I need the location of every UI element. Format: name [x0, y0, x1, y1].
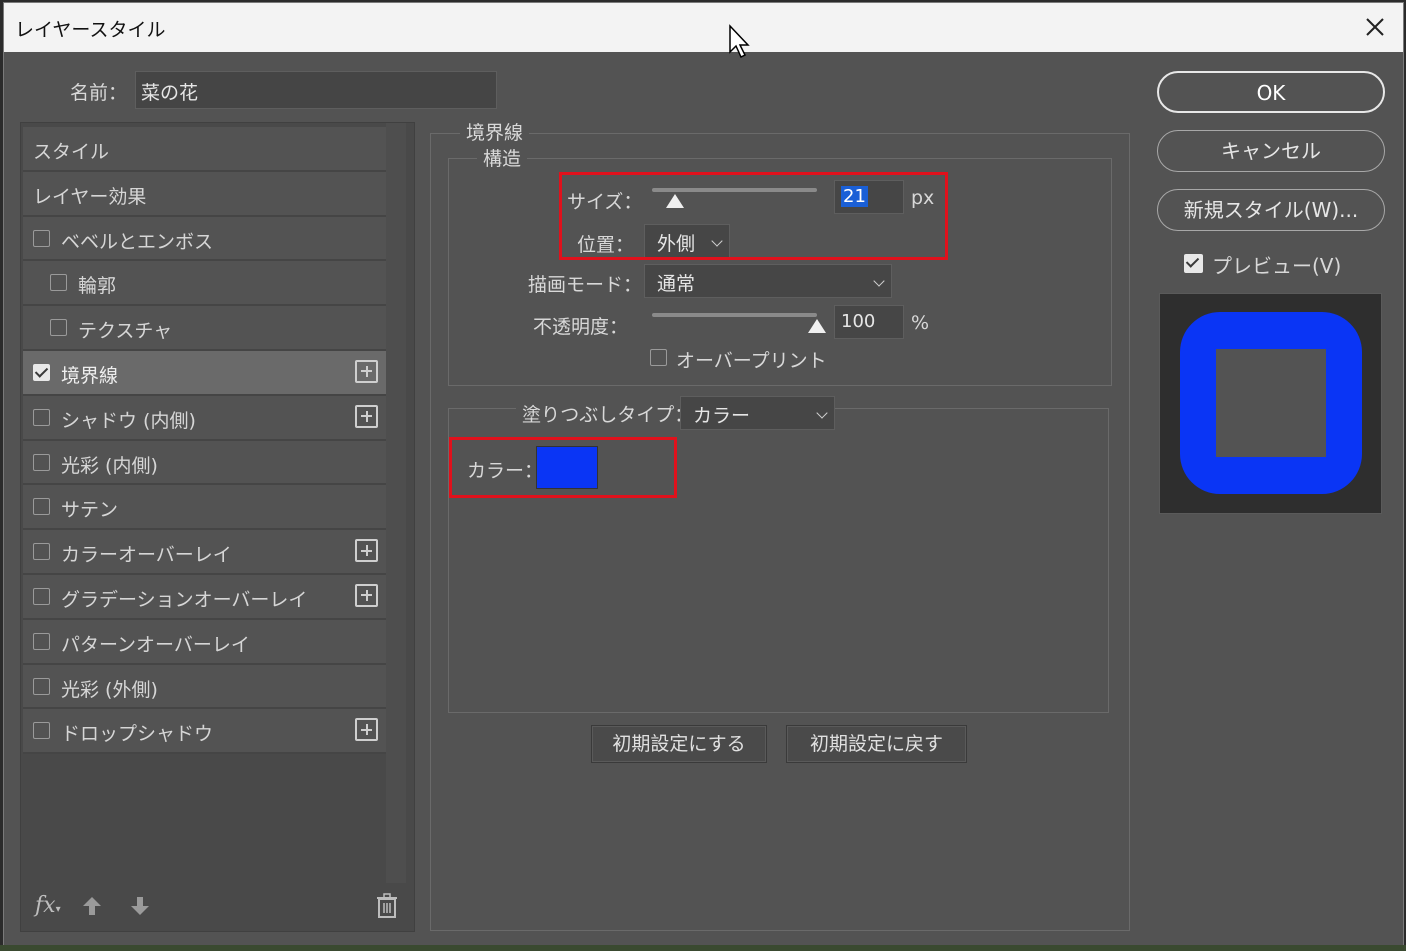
highlight-color [449, 437, 677, 498]
background-strip [0, 945, 1406, 951]
preview-stroke [1180, 312, 1362, 494]
fx-icon[interactable]: fx▾ [35, 893, 61, 918]
highlight-size-position [559, 172, 948, 260]
preview-checkbox[interactable] [1184, 254, 1203, 273]
list-footer: fx▾ [21, 881, 414, 931]
style-list-item[interactable]: シャドウ (内側) [23, 395, 386, 441]
styles-list-panel: スタイルレイヤー効果ベベルとエンボス輪郭テクスチャ境界線シャドウ (内側) 光彩 … [20, 122, 415, 932]
mouse-cursor-icon [729, 24, 750, 59]
style-list-label: シャドウ (内側) [61, 409, 196, 432]
fill-type-dropdown[interactable]: カラー [680, 396, 835, 430]
opacity-unit: % [911, 312, 930, 334]
new-style-button[interactable]: 新規スタイル(W)... [1157, 189, 1385, 231]
style-checkbox[interactable] [33, 229, 50, 247]
style-list-label: サテン [61, 499, 119, 522]
style-list-item[interactable]: レイヤー効果 [23, 171, 386, 217]
add-effect-icon[interactable] [355, 539, 378, 563]
style-list-label: 光彩 (外側) [61, 678, 158, 701]
cancel-button[interactable]: キャンセル [1157, 130, 1385, 172]
preview-thumbnail [1159, 293, 1382, 514]
style-checkbox[interactable] [33, 498, 50, 516]
style-checkbox[interactable] [33, 363, 50, 381]
style-list-label: レイヤー効果 [33, 185, 147, 208]
style-list-label: テクスチャ [78, 320, 173, 343]
overprint-checkbox[interactable] [650, 349, 667, 366]
stroke-group-title: 境界線 [460, 118, 530, 145]
style-list-item[interactable]: スタイル [23, 127, 386, 172]
style-checkbox[interactable] [33, 587, 50, 605]
ok-button[interactable]: OK [1157, 71, 1385, 113]
opacity-input[interactable]: 100 [834, 305, 904, 339]
style-list-label: スタイル [33, 141, 110, 163]
style-list-label: グラデーションオーバーレイ [61, 588, 308, 611]
style-checkbox[interactable] [50, 274, 67, 292]
style-list-item[interactable]: 光彩 (内側) [23, 440, 386, 486]
style-list-label: カラーオーバーレイ [61, 544, 232, 567]
blend-mode-label: 描画モード： [528, 274, 643, 296]
preview-label: プレビュー(V) [1212, 254, 1342, 278]
style-list-label: ベベルとエンボス [61, 230, 214, 253]
name-input[interactable]: 菜の花 [135, 71, 497, 109]
add-effect-icon[interactable] [355, 583, 378, 607]
style-list-item[interactable]: パターンオーバーレイ [23, 619, 386, 665]
style-checkbox[interactable] [50, 319, 67, 337]
opacity-label: 不透明度： [533, 316, 629, 338]
style-list-label: 光彩 (内側) [61, 454, 158, 477]
style-list-item[interactable]: 輪郭 [23, 261, 386, 307]
style-checkbox[interactable] [33, 453, 50, 471]
style-checkbox[interactable] [33, 632, 50, 650]
title-bar: レイヤースタイル [4, 3, 1403, 52]
style-list-item[interactable]: ベベルとエンボス [23, 216, 386, 262]
make-default-button[interactable]: 初期設定にする [591, 725, 767, 763]
name-label: 名前： [70, 82, 128, 104]
fill-type-label: 塗りつぶしタイプ： [516, 400, 700, 427]
style-list-item[interactable]: 光彩 (外側) [23, 664, 386, 710]
style-list-label: パターンオーバーレイ [61, 633, 250, 656]
style-list-label: ドロップシャドウ [61, 723, 214, 746]
style-list-item[interactable]: テクスチャ [23, 306, 386, 351]
add-effect-icon[interactable] [355, 404, 378, 428]
trash-icon[interactable] [376, 893, 398, 919]
overprint-label: オーバープリント [676, 350, 827, 372]
blend-mode-dropdown[interactable]: 通常 [644, 264, 892, 298]
preview-layer [1216, 349, 1326, 457]
list-scrollbar[interactable] [386, 123, 406, 883]
opacity-slider-thumb[interactable] [808, 319, 826, 333]
style-checkbox[interactable] [33, 543, 50, 561]
style-list-item[interactable]: カラーオーバーレイ [23, 530, 386, 575]
style-list-item[interactable]: 境界線 [23, 350, 386, 396]
close-icon[interactable] [1359, 11, 1391, 43]
style-list-label: 境界線 [61, 364, 119, 387]
style-list-item[interactable]: サテン [23, 485, 386, 531]
reset-default-button[interactable]: 初期設定に戻す [786, 725, 967, 763]
add-effect-icon[interactable] [355, 718, 378, 742]
opacity-slider[interactable] [652, 313, 817, 317]
chevron-down-icon [816, 407, 828, 419]
arrow-up-icon[interactable] [81, 895, 103, 917]
add-effect-icon[interactable] [355, 359, 378, 383]
style-checkbox[interactable] [33, 677, 50, 695]
arrow-down-icon[interactable] [129, 895, 151, 917]
window-title: レイヤースタイル [15, 19, 166, 41]
structure-group-title: 構造 [477, 144, 528, 171]
chevron-down-icon [873, 275, 885, 287]
style-checkbox[interactable] [33, 722, 50, 740]
style-list-label: 輪郭 [78, 275, 117, 298]
styles-list: スタイルレイヤー効果ベベルとエンボス輪郭テクスチャ境界線シャドウ (内側) 光彩 … [23, 127, 386, 755]
style-list-item[interactable]: グラデーションオーバーレイ [23, 574, 386, 620]
style-list-item[interactable]: ドロップシャドウ [23, 709, 386, 755]
style-checkbox[interactable] [33, 408, 50, 426]
